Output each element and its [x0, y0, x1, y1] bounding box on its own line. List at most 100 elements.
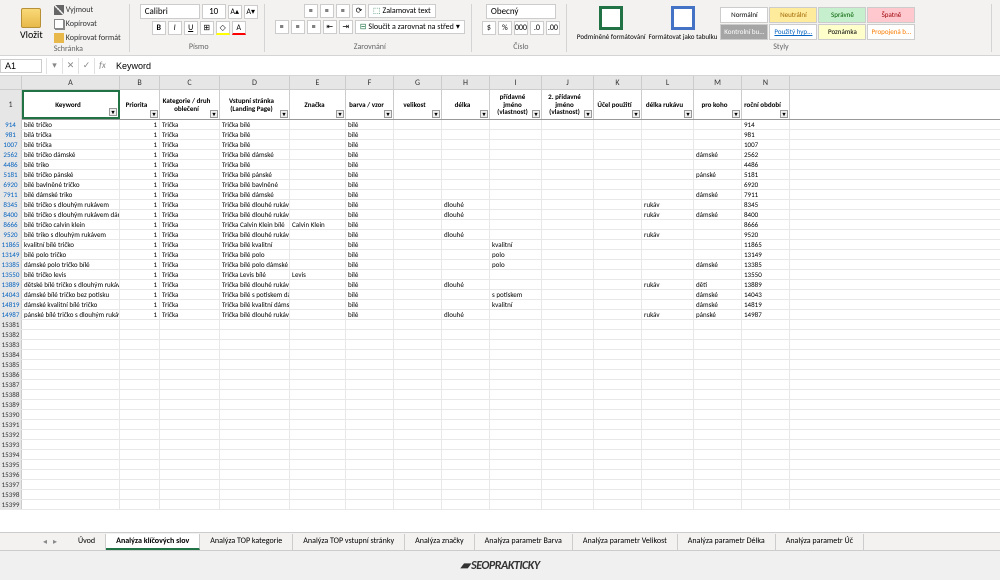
cell[interactable] — [542, 330, 594, 339]
row-header[interactable]: 914 — [0, 120, 22, 129]
filter-dropdown-icon[interactable]: ▾ — [150, 110, 158, 118]
style-linked[interactable]: Propojená b... — [867, 24, 915, 40]
cell[interactable] — [642, 370, 694, 379]
cell[interactable]: bílé — [346, 300, 394, 309]
cell[interactable]: 914 — [742, 120, 790, 129]
cell[interactable] — [490, 230, 542, 239]
tab-nav-first[interactable]: ◂ — [40, 536, 50, 548]
cell[interactable] — [22, 370, 120, 379]
col-header[interactable]: D — [220, 76, 290, 89]
cell[interactable] — [346, 440, 394, 449]
cell[interactable] — [220, 470, 290, 479]
cell[interactable] — [290, 290, 346, 299]
cell[interactable] — [442, 190, 490, 199]
cell[interactable]: rukáv — [642, 230, 694, 239]
cell[interactable] — [346, 450, 394, 459]
cell[interactable] — [220, 350, 290, 359]
filter-dropdown-icon[interactable]: ▾ — [280, 110, 288, 118]
cell[interactable]: Trička — [160, 130, 220, 139]
row-header[interactable]: 15382 — [0, 330, 22, 339]
cell[interactable] — [542, 490, 594, 499]
cell[interactable] — [220, 410, 290, 419]
cell[interactable] — [22, 470, 120, 479]
cell[interactable] — [542, 440, 594, 449]
cell[interactable] — [160, 500, 220, 509]
cell[interactable]: Trička Calvin Klein bílé — [220, 220, 290, 229]
cell[interactable]: Trička bílé — [220, 160, 290, 169]
cell[interactable] — [346, 350, 394, 359]
cell[interactable]: Trička — [160, 170, 220, 179]
cell[interactable]: Trička — [160, 150, 220, 159]
cell[interactable] — [694, 330, 742, 339]
filter-header-prokoho[interactable]: pro koho▾ — [694, 90, 742, 119]
align-bottom-button[interactable]: ≡ — [336, 4, 350, 18]
cell[interactable] — [642, 190, 694, 199]
cell[interactable] — [160, 450, 220, 459]
cell[interactable] — [290, 280, 346, 289]
cell[interactable] — [490, 370, 542, 379]
fbar-fx-button[interactable]: fx — [94, 58, 110, 74]
cell[interactable] — [290, 260, 346, 269]
paste-button[interactable]: Vložit — [14, 6, 49, 43]
cell[interactable]: 1 — [120, 240, 160, 249]
cell[interactable]: kvalitní bílé tričko — [22, 240, 120, 249]
row-header[interactable]: 15397 — [0, 480, 22, 489]
cell[interactable] — [394, 230, 442, 239]
cell[interactable] — [394, 180, 442, 189]
row-header[interactable]: 15395 — [0, 460, 22, 469]
cell[interactable] — [542, 450, 594, 459]
filter-header-barva[interactable]: barva / vzor▾ — [346, 90, 394, 119]
cell[interactable] — [594, 200, 642, 209]
row-header[interactable]: 13550 — [0, 270, 22, 279]
cell[interactable] — [442, 480, 490, 489]
cell[interactable] — [542, 220, 594, 229]
cell[interactable] — [442, 460, 490, 469]
row-header[interactable]: 8400 — [0, 210, 22, 219]
cell[interactable]: Trička bílé kvalitní — [220, 240, 290, 249]
sheet-tab[interactable]: Úvod — [68, 534, 106, 550]
cell[interactable] — [160, 350, 220, 359]
cell[interactable] — [290, 230, 346, 239]
cell[interactable]: Trička — [160, 120, 220, 129]
col-header[interactable]: E — [290, 76, 346, 89]
filter-dropdown-icon[interactable]: ▾ — [532, 110, 540, 118]
style-check[interactable]: Kontrolní bu... — [720, 24, 768, 40]
cell[interactable]: 1 — [120, 250, 160, 259]
cell[interactable] — [642, 240, 694, 249]
cell[interactable] — [542, 300, 594, 309]
cell[interactable]: s potiskem — [490, 290, 542, 299]
cell[interactable] — [220, 390, 290, 399]
cell[interactable] — [642, 350, 694, 359]
sheet-tab[interactable]: Analýza TOP vstupní stránky — [293, 534, 405, 550]
fill-color-button[interactable]: ◇ — [216, 21, 230, 35]
col-header[interactable]: J — [542, 76, 594, 89]
cell[interactable] — [542, 310, 594, 319]
cell[interactable]: bílé tričko levis — [22, 270, 120, 279]
cell[interactable] — [542, 280, 594, 289]
cell[interactable]: dlouhé — [442, 230, 490, 239]
cell[interactable] — [394, 400, 442, 409]
cell[interactable]: 981 — [742, 130, 790, 139]
cell[interactable] — [694, 130, 742, 139]
cell[interactable]: 1 — [120, 260, 160, 269]
cell[interactable] — [394, 290, 442, 299]
style-good[interactable]: Správně — [818, 7, 866, 23]
col-header[interactable]: M — [694, 76, 742, 89]
cell[interactable] — [742, 330, 790, 339]
cell[interactable]: Trička bílé dlouhé rukáv děti — [220, 280, 290, 289]
cell[interactable]: Trička bílé polo dámské — [220, 260, 290, 269]
cell[interactable] — [542, 120, 594, 129]
filter-dropdown-icon[interactable]: ▾ — [480, 110, 488, 118]
cell[interactable] — [160, 420, 220, 429]
cell[interactable] — [120, 370, 160, 379]
cell[interactable] — [594, 180, 642, 189]
cell[interactable] — [642, 160, 694, 169]
cell[interactable]: 14819 — [742, 300, 790, 309]
cell[interactable] — [542, 170, 594, 179]
cell[interactable] — [442, 400, 490, 409]
cell[interactable] — [542, 210, 594, 219]
cell[interactable] — [394, 150, 442, 159]
cell[interactable]: Trička — [160, 220, 220, 229]
cell[interactable]: rukáv — [642, 200, 694, 209]
cell[interactable] — [542, 350, 594, 359]
